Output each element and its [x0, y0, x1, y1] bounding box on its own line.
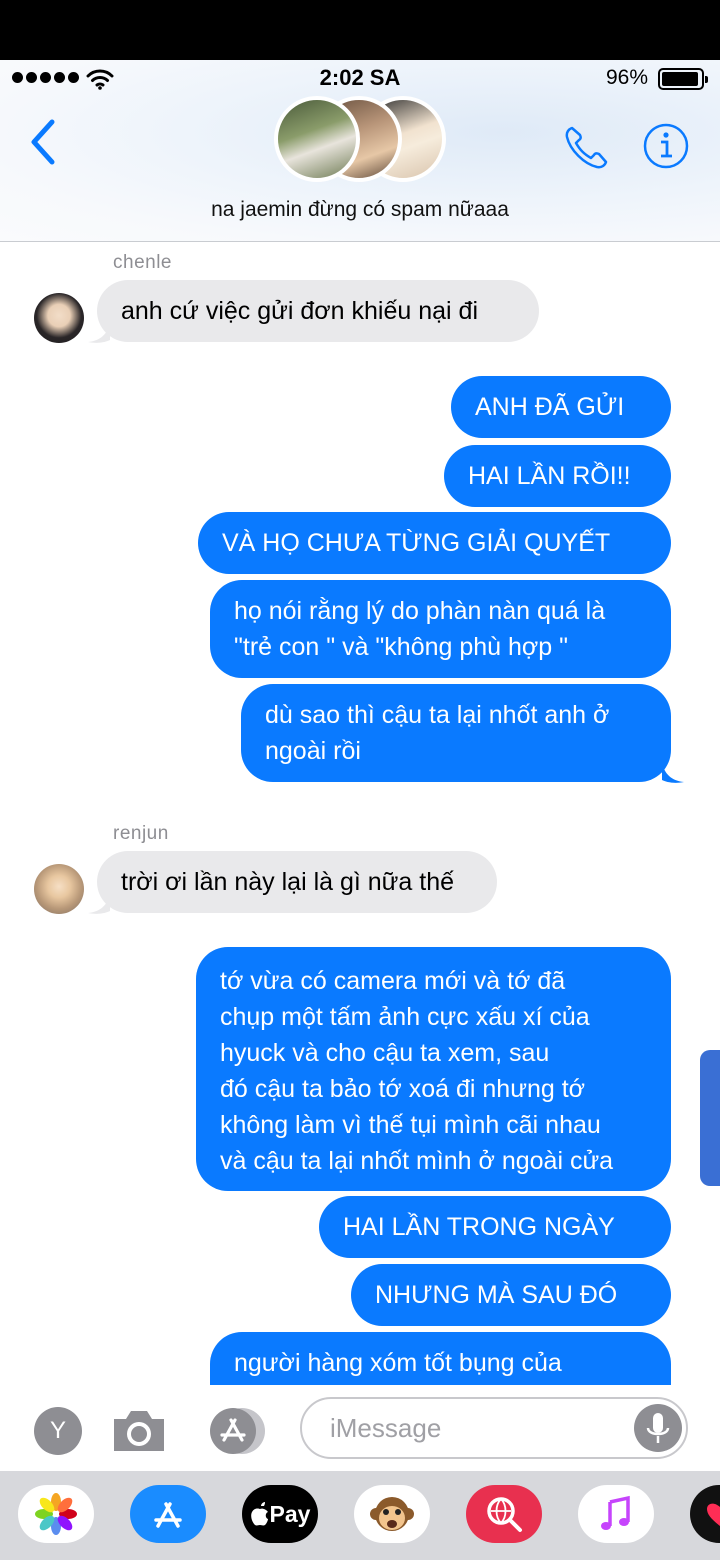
- message-line: dù sao thì cậu ta lại nhốt anh ở: [265, 701, 610, 729]
- message-line: tớ vừa có camera mới và tớ đã: [220, 967, 566, 995]
- message-bubble-outgoing[interactable]: HAI LẦN TRONG NGÀY: [319, 1196, 671, 1258]
- photos-app[interactable]: [18, 1485, 94, 1543]
- app-store-app[interactable]: [130, 1485, 206, 1543]
- phone-icon[interactable]: [562, 122, 612, 172]
- message-thread[interactable]: chenle anh cứ việc gửi đơn khiếu nại đi …: [0, 242, 720, 1385]
- battery-percentage: 96%: [605, 66, 648, 89]
- apple-pay-label: Pay: [269, 1500, 311, 1527]
- app-store-icon: [154, 1502, 182, 1528]
- photos-icon: [35, 1493, 77, 1535]
- animoji-icon: [370, 1497, 414, 1531]
- search-globe-icon: [487, 1497, 522, 1532]
- apple-pay-app[interactable]: Pay: [242, 1485, 318, 1543]
- app-store-icon[interactable]: [204, 1407, 266, 1455]
- digital-touch-button[interactable]: Y: [34, 1407, 82, 1455]
- mic-icon[interactable]: [634, 1404, 682, 1452]
- compose-bar: Y iMessage: [0, 1385, 720, 1471]
- message-bubble-outgoing[interactable]: VÀ HỌ CHƯA TỪNG GIẢI QUYẾT: [198, 512, 671, 574]
- message-input-placeholder: iMessage: [330, 1413, 442, 1443]
- message-bubble-outgoing[interactable]: HAI LẦN RỒI!!: [444, 445, 671, 507]
- message-input[interactable]: iMessage: [300, 1397, 688, 1459]
- message-bubble-outgoing[interactable]: họ nói rằng lý do phàn nàn quá là "trẻ c…: [210, 580, 671, 678]
- message-line: đó cậu ta bảo tớ xoá đi nhưng tớ: [220, 1075, 586, 1103]
- message-line: họ nói rằng lý do phàn nàn quá là: [234, 597, 606, 625]
- message-bubble-incoming[interactable]: trời ơi lần này lại là gì nữa thế: [97, 851, 497, 913]
- sender-name: renjun: [113, 823, 169, 844]
- music-icon: [601, 1495, 630, 1530]
- camera-icon[interactable]: [110, 1405, 168, 1455]
- bubble-tail: [662, 762, 684, 783]
- avatar: [274, 96, 360, 182]
- conversation-title[interactable]: na jaemin đừng có spam nữaaa: [0, 198, 720, 222]
- apple-pay-icon: [250, 1502, 268, 1526]
- message-line: hyuck và cho cậu ta xem, sau: [220, 1039, 550, 1067]
- group-avatars[interactable]: [274, 96, 446, 182]
- digital-touch-app[interactable]: [690, 1485, 720, 1543]
- search-images-app[interactable]: [466, 1485, 542, 1543]
- avatar[interactable]: [34, 293, 84, 343]
- message-line: ngoài rồi: [265, 737, 361, 765]
- avatar[interactable]: [34, 864, 84, 914]
- message-bubble-outgoing[interactable]: người hàng xóm tốt bụng của: [210, 1332, 671, 1385]
- message-bubble-outgoing[interactable]: ANH ĐÃ GỬI: [451, 376, 671, 438]
- app-drawer: Pay: [0, 1471, 720, 1560]
- info-icon[interactable]: [642, 122, 690, 170]
- music-app[interactable]: [578, 1485, 654, 1543]
- status-bar: 2:02 SA 96%: [0, 60, 720, 98]
- animoji-app[interactable]: [354, 1485, 430, 1543]
- sender-name: chenle: [113, 252, 172, 273]
- message-bubble-outgoing[interactable]: tớ vừa có camera mới và tớ đã chụp một t…: [196, 947, 671, 1191]
- top-black-bar: [0, 0, 720, 60]
- back-chevron-icon[interactable]: [26, 118, 60, 166]
- message-line: không làm vì thế tụi mình cãi nhau: [220, 1111, 601, 1139]
- message-bubble-incoming[interactable]: anh cứ việc gửi đơn khiếu nại đi: [97, 280, 539, 342]
- battery-icon: [658, 68, 708, 90]
- scroll-indicator[interactable]: [700, 1050, 720, 1186]
- message-line: "trẻ con " và "không phù hợp ": [234, 633, 569, 661]
- message-line: chụp một tấm ảnh cực xấu xí của: [220, 1003, 590, 1031]
- heart-icon: [707, 1503, 720, 1526]
- message-bubble-outgoing[interactable]: NHƯNG MÀ SAU ĐÓ: [351, 1264, 671, 1326]
- message-line: và cậu ta lại nhốt mình ở ngoài cửa: [220, 1147, 614, 1175]
- message-bubble-outgoing[interactable]: dù sao thì cậu ta lại nhốt anh ở ngoài r…: [241, 684, 671, 782]
- conversation-header: 2:02 SA 96% na jaemin đừng có spam nữaaa: [0, 60, 720, 242]
